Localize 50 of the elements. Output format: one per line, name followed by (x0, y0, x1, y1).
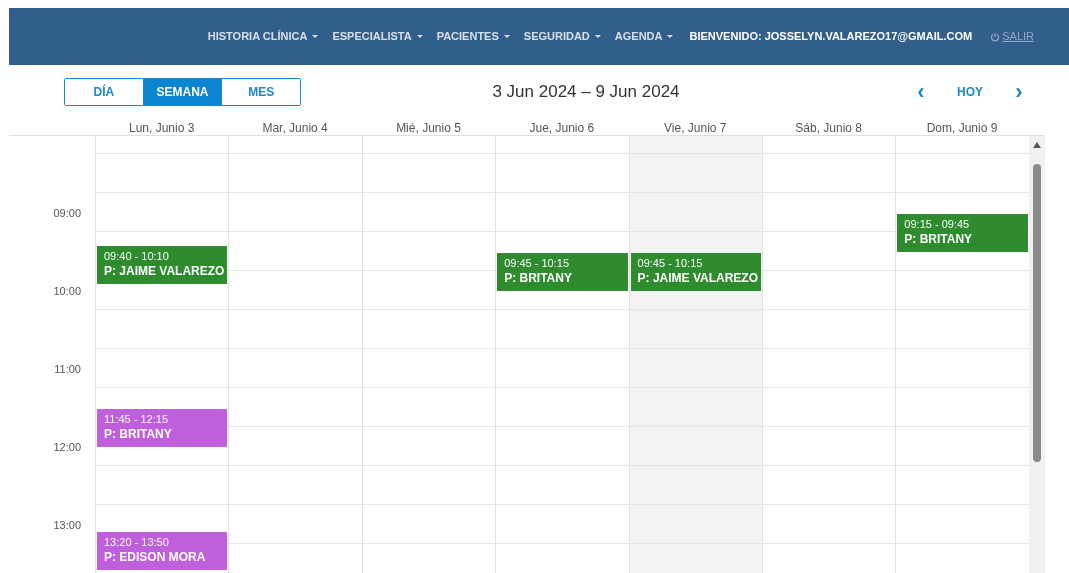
appointment-patient: P: BRITANY (504, 269, 573, 286)
appointment-time: 11:45 - 12:15 (104, 411, 169, 426)
day-header: Mié, Junio 5 (396, 121, 461, 135)
scroll-up-icon[interactable] (1033, 142, 1041, 148)
day-header: Lun, Junio 3 (129, 121, 195, 135)
caret-icon (503, 35, 510, 38)
appointment-time: 09:45 - 10:15 (637, 255, 704, 270)
welcome-text: BIENVENIDO: JOSSELYN.VALAREZO17@GMAIL.COM (689, 29, 973, 45)
appointment-card[interactable]: 11:45 - 12:15 P: BRITANY (97, 408, 228, 447)
appointment-card[interactable]: 13:20 - 13:50 P: EDISON MORA (97, 532, 228, 570)
appointment-card[interactable]: 09:15 - 09:45 P: BRITANY (897, 213, 1028, 252)
appointment-patient: P: BRITANY (104, 425, 173, 442)
date-range-title: 3 Jun 2024 – 9 Jun 2024 (491, 81, 681, 104)
day-header: Dom, Junio 9 (926, 121, 998, 135)
appointment-patient: P: EDISON MORA (104, 549, 207, 565)
caret-icon (667, 35, 674, 38)
caret-icon (312, 35, 319, 38)
caret-icon (416, 35, 423, 38)
nav-menu[interactable]: SEGURIDAD (523, 28, 601, 45)
caret-icon (594, 35, 601, 38)
scrollbar[interactable] (1029, 136, 1045, 573)
appointment-time: 09:45 - 10:15 (504, 255, 570, 270)
appointment-time: 09:40 - 10:10 (104, 249, 170, 263)
nav-menu[interactable]: PACIENTES (436, 28, 510, 45)
nav-menu[interactable]: ESPECIALISTA (332, 28, 423, 45)
power-icon (990, 31, 1001, 42)
day-header: Sáb, Junio 8 (795, 121, 862, 135)
day-header: Mar, Junio 4 (262, 121, 328, 135)
appointment-patient: P: BRITANY (904, 230, 974, 247)
appointment-time: 13:20 - 13:50 (104, 535, 170, 549)
nav-menu[interactable]: HISTORIA CLÍNICA (207, 28, 319, 45)
next-button[interactable]: › (1009, 81, 1029, 103)
time-label: 13:00 (53, 518, 81, 533)
time-label: 09:00 (53, 206, 81, 221)
prev-button[interactable]: ‹ (911, 81, 931, 103)
view-tab[interactable]: MES (221, 79, 300, 105)
time-label: 12:00 (53, 440, 81, 455)
time-label: 11:00 (54, 362, 81, 377)
appointment-card[interactable]: 09:40 - 10:10 P: JAIME VALAREZO (97, 246, 228, 284)
time-label: 10:00 (53, 284, 81, 299)
day-header: Jue, Junio 6 (529, 121, 595, 135)
nav-menu[interactable]: AGENDA (614, 28, 674, 45)
logout-link[interactable]: SALIR (990, 28, 1034, 45)
view-tab[interactable]: SEMANA (142, 79, 222, 105)
today-button[interactable]: HOY (931, 83, 1009, 101)
appointment-card[interactable]: 09:45 - 10:15 P: BRITANY (497, 252, 628, 291)
day-header: Vie, Junio 7 (664, 121, 727, 135)
scroll-thumb[interactable] (1033, 164, 1041, 462)
appointment-card[interactable]: 09:45 - 10:15 P: JAIME VALAREZO (630, 252, 761, 291)
appointment-time: 09:15 - 09:45 (904, 216, 971, 231)
